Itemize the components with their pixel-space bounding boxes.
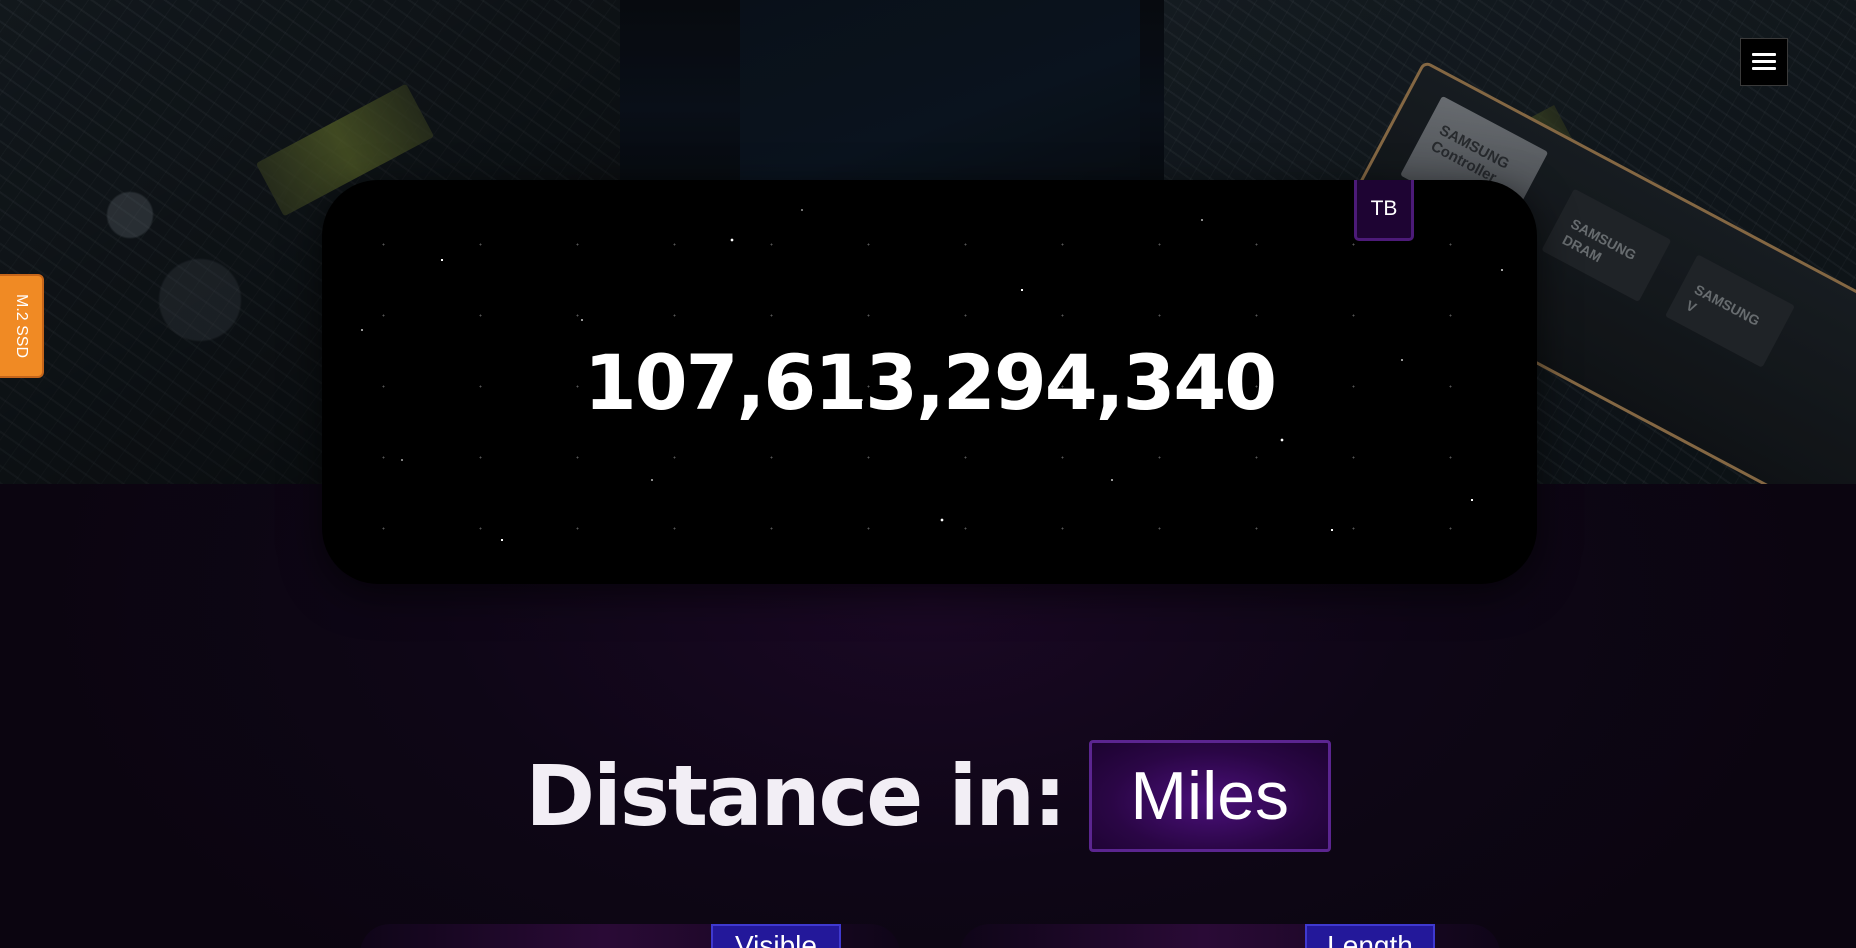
distance-heading: Distance in: Miles xyxy=(0,738,1856,854)
counter-value: 107,613,294,340 xyxy=(583,338,1277,427)
distance-label: Distance in: xyxy=(525,747,1066,845)
menu-button[interactable] xyxy=(1740,38,1788,86)
distance-unit-selector[interactable]: Miles xyxy=(1088,740,1331,852)
unit-badge-button[interactable]: TB xyxy=(1354,180,1414,241)
side-tab-label: M.2 SSD xyxy=(13,293,30,359)
page: SAMSUNG Controller SAMSUNG DRAM SAMSUNG … xyxy=(0,0,1856,948)
bottom-tab-visible[interactable]: Visible xyxy=(711,924,841,948)
side-tab-m2-ssd[interactable]: M.2 SSD xyxy=(0,274,44,378)
bottom-tab-length[interactable]: Length xyxy=(1305,924,1435,948)
hamburger-menu-icon xyxy=(1752,53,1776,71)
counter-card: 107,613,294,340 xyxy=(322,180,1537,584)
